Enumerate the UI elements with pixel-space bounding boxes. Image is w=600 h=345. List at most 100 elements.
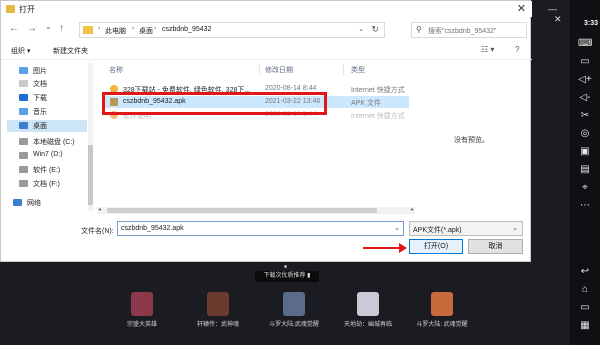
game-item[interactable]: 斗罗大陆:武魂觉醒 [264,292,324,340]
home-icon[interactable]: ⌂ [578,284,592,296]
sidebar-item-pictures[interactable]: 图片 [7,65,87,77]
filename-label: 文件名(N): [81,228,114,235]
apk-install-icon[interactable]: ▣ [578,146,592,158]
file-list-scrollbar[interactable]: ◂ ▸ [97,207,415,214]
back-arrow-icon[interactable]: ← [9,23,19,34]
scrollbar-thumb[interactable] [107,208,377,213]
game-avatar [207,292,229,316]
chevron-down-icon[interactable]: ⌄ [394,224,400,232]
breadcrumb-desktop[interactable]: 桌面 [139,26,153,36]
folder-icon[interactable]: ▤ [578,164,592,176]
arrow-head-annotation [399,243,407,253]
music-icon [19,108,28,115]
recent-locations-icon[interactable]: ⌄ [45,22,52,31]
download-icon [19,94,28,101]
column-divider[interactable] [343,63,344,75]
screenshot-icon[interactable]: ✂ [578,110,592,122]
game-avatar [357,292,379,316]
sidebar-item-network[interactable]: 网络 [1,197,81,209]
sidebar-item-desktop[interactable]: 桌面 [7,120,87,132]
pictures-icon [19,67,28,74]
sidebar-item-drive-f[interactable]: 文档 (F:) [7,178,87,190]
file-list: 名称 修改日期 类型 328下载站 - 免费软件, 绿色软件, 328下... … [95,61,415,211]
sidebar-item-downloads[interactable]: 下载 [7,92,87,104]
game-recommendation-bar: 下载次优质推荐 ▮ 宗盛大英雄 轩辕传：武神魂 斗罗大陆:武魂觉醒 天地劫：幽城… [0,262,570,345]
navigation-bar: ← → ⌄ ↑ › 此电脑 › 桌面 › cszbdnb_95432 ⌄ ↻ ⚲ [1,19,532,41]
location-icon[interactable]: ⌖ [578,182,592,194]
sidebar-item-music[interactable]: 音乐 [7,106,87,118]
scrollbar-thumb[interactable] [88,145,93,205]
search-icon: ⚲ [416,25,422,34]
game-item[interactable]: 轩辕传：武神魂 [188,292,248,340]
screen-icon[interactable]: ▭ [578,56,592,68]
filename-field[interactable]: cszbdnb_95432.apk ⌄ [117,221,404,236]
filetype-select[interactable]: APK文件(*.apk) ⌄ [409,221,523,236]
cancel-button[interactable]: 取消 [468,239,523,254]
navigation-pane: 图片 文档 下载 音乐 桌面 本地磁盘 (C:) Win7 (D:) 软件 (E… [1,61,91,211]
download-pill[interactable]: 下载次优质推荐 ▮ [255,271,319,282]
volume-down-icon[interactable]: ◁- [578,92,592,104]
dialog-close-button[interactable]: ✕ [517,2,526,15]
emulator-sidebar: 3:33 ⌨ ▭ ◁+ ◁- ✂ ◎ ▣ ▤ ⌖ ⋯ ↩ ⌂ ▭ ▦ [570,0,600,345]
desktop-icon [19,122,28,129]
highlight-annotation [102,92,327,115]
column-name[interactable]: 名称 [109,65,123,75]
help-icon[interactable]: ? [515,45,519,54]
forward-arrow-icon[interactable]: → [27,23,37,34]
app-icon [6,5,15,13]
minimize-icon[interactable]: — [548,4,557,14]
column-type[interactable]: 类型 [351,65,365,75]
drive-icon [19,166,28,173]
back-icon[interactable]: ↩ [578,266,592,278]
toolbar: 组织 ▾ 新建文件夹 ☷ ▾ ? [1,43,532,60]
sidebar-item-documents[interactable]: 文档 [7,78,87,90]
filename-value[interactable]: cszbdnb_95432.apk [121,225,184,232]
close-icon[interactable]: ✕ [554,14,562,24]
keyboard-icon[interactable]: ⌨ [578,38,592,50]
search-input[interactable] [426,24,528,38]
address-bar[interactable]: › 此电脑 › 桌面 › cszbdnb_95432 ⌄ ↻ [79,22,385,38]
chevron-down-icon[interactable]: ⌄ [358,25,364,33]
grid-icon[interactable]: ▦ [578,320,592,332]
shake-icon[interactable]: ◎ [578,128,592,140]
more-icon[interactable]: ⋯ [578,200,592,212]
preview-pane-text: 没有预览。 [454,137,489,144]
refresh-icon[interactable]: ↻ [371,24,379,35]
chevron-right-icon: › [132,25,135,32]
sidebar-item-drive-e[interactable]: 软件 (E:) [7,164,87,176]
column-date[interactable]: 修改日期 [265,65,293,75]
new-folder-button[interactable]: 新建文件夹 [53,46,88,56]
game-item[interactable]: 宗盛大英雄 [112,292,172,340]
chevron-right-icon: › [98,25,101,32]
drive-icon [19,138,28,145]
breadcrumb-this-pc[interactable]: 此电脑 [105,26,126,36]
scroll-left-icon[interactable]: ◂ [98,206,101,213]
sidebar-item-drive-c[interactable]: 本地磁盘 (C:) [7,136,87,148]
folder-icon [83,26,93,34]
scroll-right-icon[interactable]: ▸ [411,206,414,213]
window-controls: — ✕ [548,4,570,24]
page-indicator-dot [284,265,287,268]
open-button[interactable]: 打开(O) [409,239,463,254]
sidebar-item-drive-d[interactable]: Win7 (D:) [7,150,87,162]
recent-apps-icon[interactable]: ▭ [578,302,592,314]
clock: 3:33 [583,20,598,27]
organize-menu[interactable]: 组织 ▾ [11,46,30,56]
drive-icon [19,152,28,159]
network-icon [13,199,22,206]
navigation-scrollbar[interactable] [88,63,93,211]
chevron-right-icon: › [154,25,157,32]
dialog-titlebar: 打开 ✕ [1,1,532,17]
game-item[interactable]: 斗罗大陆: 武魂觉醒 [412,292,472,340]
breadcrumb-folder[interactable]: cszbdnb_95432 [162,26,211,33]
search-box[interactable]: ⚲ [411,22,528,38]
volume-up-icon[interactable]: ◁+ [578,74,592,86]
game-item[interactable]: 天地劫：幽城再临 [338,292,398,340]
game-avatar [431,292,453,316]
column-divider[interactable] [259,63,260,75]
arrow-annotation [363,247,401,249]
view-options-icon[interactable]: ☷ ▾ [481,45,494,54]
dialog-title: 打开 [19,5,35,14]
up-arrow-icon[interactable]: ↑ [59,23,64,34]
documents-icon [19,80,28,87]
